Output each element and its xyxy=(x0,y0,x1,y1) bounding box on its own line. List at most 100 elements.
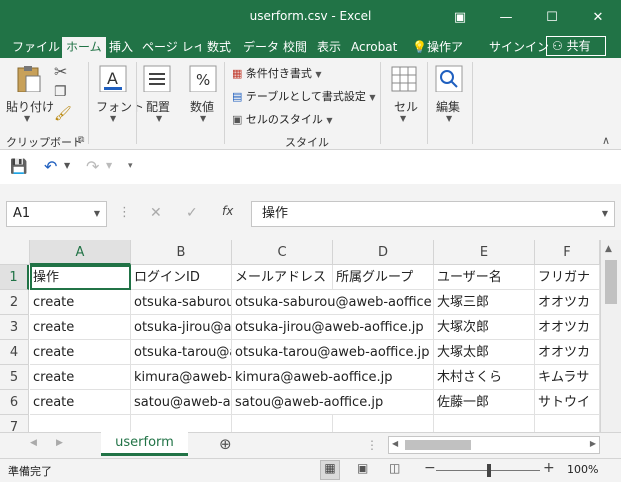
horizontal-scrollbar[interactable]: ◀ ▶ xyxy=(388,436,600,454)
cell-c5[interactable]: kimura@aweb-aoffice.jp xyxy=(232,365,434,390)
tab-data[interactable]: データ xyxy=(239,37,283,58)
cell-b2[interactable]: otsuka-saburou@aweb-aoffice.jp xyxy=(131,290,232,315)
cell-b1[interactable]: ログインID xyxy=(131,265,232,290)
cell-b7[interactable] xyxy=(131,415,232,432)
tab-view[interactable]: 表示 xyxy=(313,37,345,58)
sheet-tab-userform[interactable]: userform xyxy=(101,432,188,456)
select-all-button[interactable] xyxy=(0,240,30,265)
row-header[interactable]: 6 xyxy=(0,390,29,415)
tab-insert[interactable]: 挿入 xyxy=(105,37,137,58)
row-header[interactable]: 2 xyxy=(0,290,29,315)
cell-b6[interactable]: satou@aweb-aoffice.jp xyxy=(131,390,232,415)
number-dropdown-icon[interactable]: ▼ xyxy=(200,114,206,123)
format-as-table-button[interactable]: ▤ テーブルとして書式設定 ▼ xyxy=(232,88,376,104)
customize-qat-icon[interactable]: ▾ xyxy=(128,161,133,171)
cell-f5[interactable]: キムラサ xyxy=(535,365,600,390)
copy-icon[interactable]: ❐ xyxy=(54,84,67,100)
tab-file[interactable]: ファイル xyxy=(8,37,64,58)
scroll-up-icon[interactable]: ▲ xyxy=(605,244,612,254)
vertical-scrollbar[interactable]: ▲ xyxy=(600,240,621,432)
maximize-button[interactable]: ☐ xyxy=(529,0,575,34)
row-header[interactable]: 1 xyxy=(0,265,29,290)
tell-me-search[interactable]: 💡操作アシスト xyxy=(408,37,462,58)
zoom-slider-thumb[interactable] xyxy=(487,464,491,477)
tab-page-layout[interactable]: ページ レイアウト xyxy=(138,37,201,58)
cell-e2[interactable]: 大塚三郎 xyxy=(434,290,535,315)
cell-a2[interactable]: create xyxy=(30,290,131,315)
redo-icon[interactable]: ↷ xyxy=(86,157,99,176)
cell-a6[interactable]: create xyxy=(30,390,131,415)
cell-c4[interactable]: otsuka-tarou@aweb-aoffice.jp xyxy=(232,340,434,365)
scroll-right-icon[interactable]: ▶ xyxy=(590,439,596,448)
cell-b4[interactable]: otsuka-tarou@aweb-aoffice.jp xyxy=(131,340,232,365)
collapse-ribbon-icon[interactable]: ∧ xyxy=(602,134,610,147)
cell-f7[interactable] xyxy=(535,415,600,432)
cell-f6[interactable]: サトウイ xyxy=(535,390,600,415)
signin-link[interactable]: サインイン xyxy=(485,37,553,58)
row-header[interactable]: 5 xyxy=(0,365,29,390)
cell-styles-button[interactable]: ▣ セルのスタイル ▼ xyxy=(232,111,333,127)
cell-f2[interactable]: オオツカ xyxy=(535,290,600,315)
next-sheet-icon[interactable]: ▶ xyxy=(56,438,63,448)
undo-dropdown-icon[interactable]: ▼ xyxy=(64,161,70,170)
redo-dropdown-icon[interactable]: ▼ xyxy=(106,161,112,170)
previous-sheet-icon[interactable]: ◀ xyxy=(30,438,37,448)
format-painter-icon[interactable]: 🖌 xyxy=(54,106,72,122)
zoom-level[interactable]: 100% xyxy=(567,463,598,476)
undo-icon[interactable]: ↶ xyxy=(44,157,57,176)
column-header-b[interactable]: B xyxy=(131,240,232,265)
ribbon-display-options-button[interactable]: ▣ xyxy=(437,0,483,34)
editing-dropdown-icon[interactable]: ▼ xyxy=(446,114,452,123)
number-button[interactable]: 数値 xyxy=(190,98,214,115)
cell-e6[interactable]: 佐藤一郎 xyxy=(434,390,535,415)
cancel-icon[interactable]: ✕ xyxy=(150,205,162,221)
tab-formulas[interactable]: 数式 xyxy=(203,37,235,58)
minimize-button[interactable]: — xyxy=(483,0,529,34)
add-sheet-icon[interactable]: ⊕ xyxy=(219,435,232,453)
column-header-d[interactable]: D xyxy=(333,240,434,265)
column-header-c[interactable]: C xyxy=(232,240,333,265)
alignment-button[interactable]: 配置 xyxy=(146,98,170,115)
zoom-in-icon[interactable]: + xyxy=(543,460,555,476)
expand-formula-bar-icon[interactable]: ▼ xyxy=(602,202,608,226)
editing-button[interactable]: 編集 xyxy=(436,98,460,115)
cell-a7[interactable] xyxy=(30,415,131,432)
cell-b5[interactable]: kimura@aweb-aoffice.jp xyxy=(131,365,232,390)
row-header[interactable]: 7 xyxy=(0,415,29,432)
cell-c2[interactable]: otsuka-saburou@aweb-aoffice.jp xyxy=(232,290,434,315)
paste-dropdown-icon[interactable]: ▼ xyxy=(24,114,30,123)
share-button[interactable]: ⚇ 共有 xyxy=(546,36,606,56)
cell-a4[interactable]: create xyxy=(30,340,131,365)
row-header[interactable]: 3 xyxy=(0,315,29,340)
cell-d7[interactable] xyxy=(333,415,434,432)
zoom-out-icon[interactable]: − xyxy=(424,460,436,476)
alignment-dropdown-icon[interactable]: ▼ xyxy=(156,114,162,123)
column-header-e[interactable]: E xyxy=(434,240,535,265)
row-header[interactable]: 4 xyxy=(0,340,29,365)
cell-e4[interactable]: 大塚太郎 xyxy=(434,340,535,365)
cell-a1[interactable]: 操作 xyxy=(30,265,131,290)
cells-button[interactable]: セル xyxy=(394,98,418,115)
tab-acrobat[interactable]: Acrobat xyxy=(347,37,401,58)
cell-c3[interactable]: otsuka-jirou@aweb-aoffice.jp xyxy=(232,315,434,340)
cell-d1[interactable]: 所属グループ xyxy=(333,265,434,290)
paste-button[interactable]: 貼り付け xyxy=(6,98,54,115)
cell-e1[interactable]: ユーザー名 xyxy=(434,265,535,290)
page-layout-view-icon[interactable]: ▣ xyxy=(357,461,368,475)
cell-a3[interactable]: create xyxy=(30,315,131,340)
save-icon[interactable]: 💾 xyxy=(10,159,27,175)
cell-b3[interactable]: otsuka-jirou@aweb-aoffice.jp xyxy=(131,315,232,340)
tab-home[interactable]: ホーム xyxy=(62,37,106,58)
formula-input[interactable]: 操作 ▼ xyxy=(251,201,615,227)
dialog-launcher-icon[interactable]: ⧉ xyxy=(78,135,84,145)
cells-dropdown-icon[interactable]: ▼ xyxy=(400,114,406,123)
column-header-a[interactable]: A xyxy=(30,240,131,265)
enter-icon[interactable]: ✓ xyxy=(186,205,198,221)
cell-c1[interactable]: メールアドレス xyxy=(232,265,333,290)
cell-a5[interactable]: create xyxy=(30,365,131,390)
cell-e5[interactable]: 木村さくら xyxy=(434,365,535,390)
page-break-preview-icon[interactable]: ◫ xyxy=(389,461,400,475)
cell-c6[interactable]: satou@aweb-aoffice.jp xyxy=(232,390,434,415)
cut-icon[interactable]: ✂ xyxy=(54,62,67,81)
cell-e7[interactable] xyxy=(434,415,535,432)
